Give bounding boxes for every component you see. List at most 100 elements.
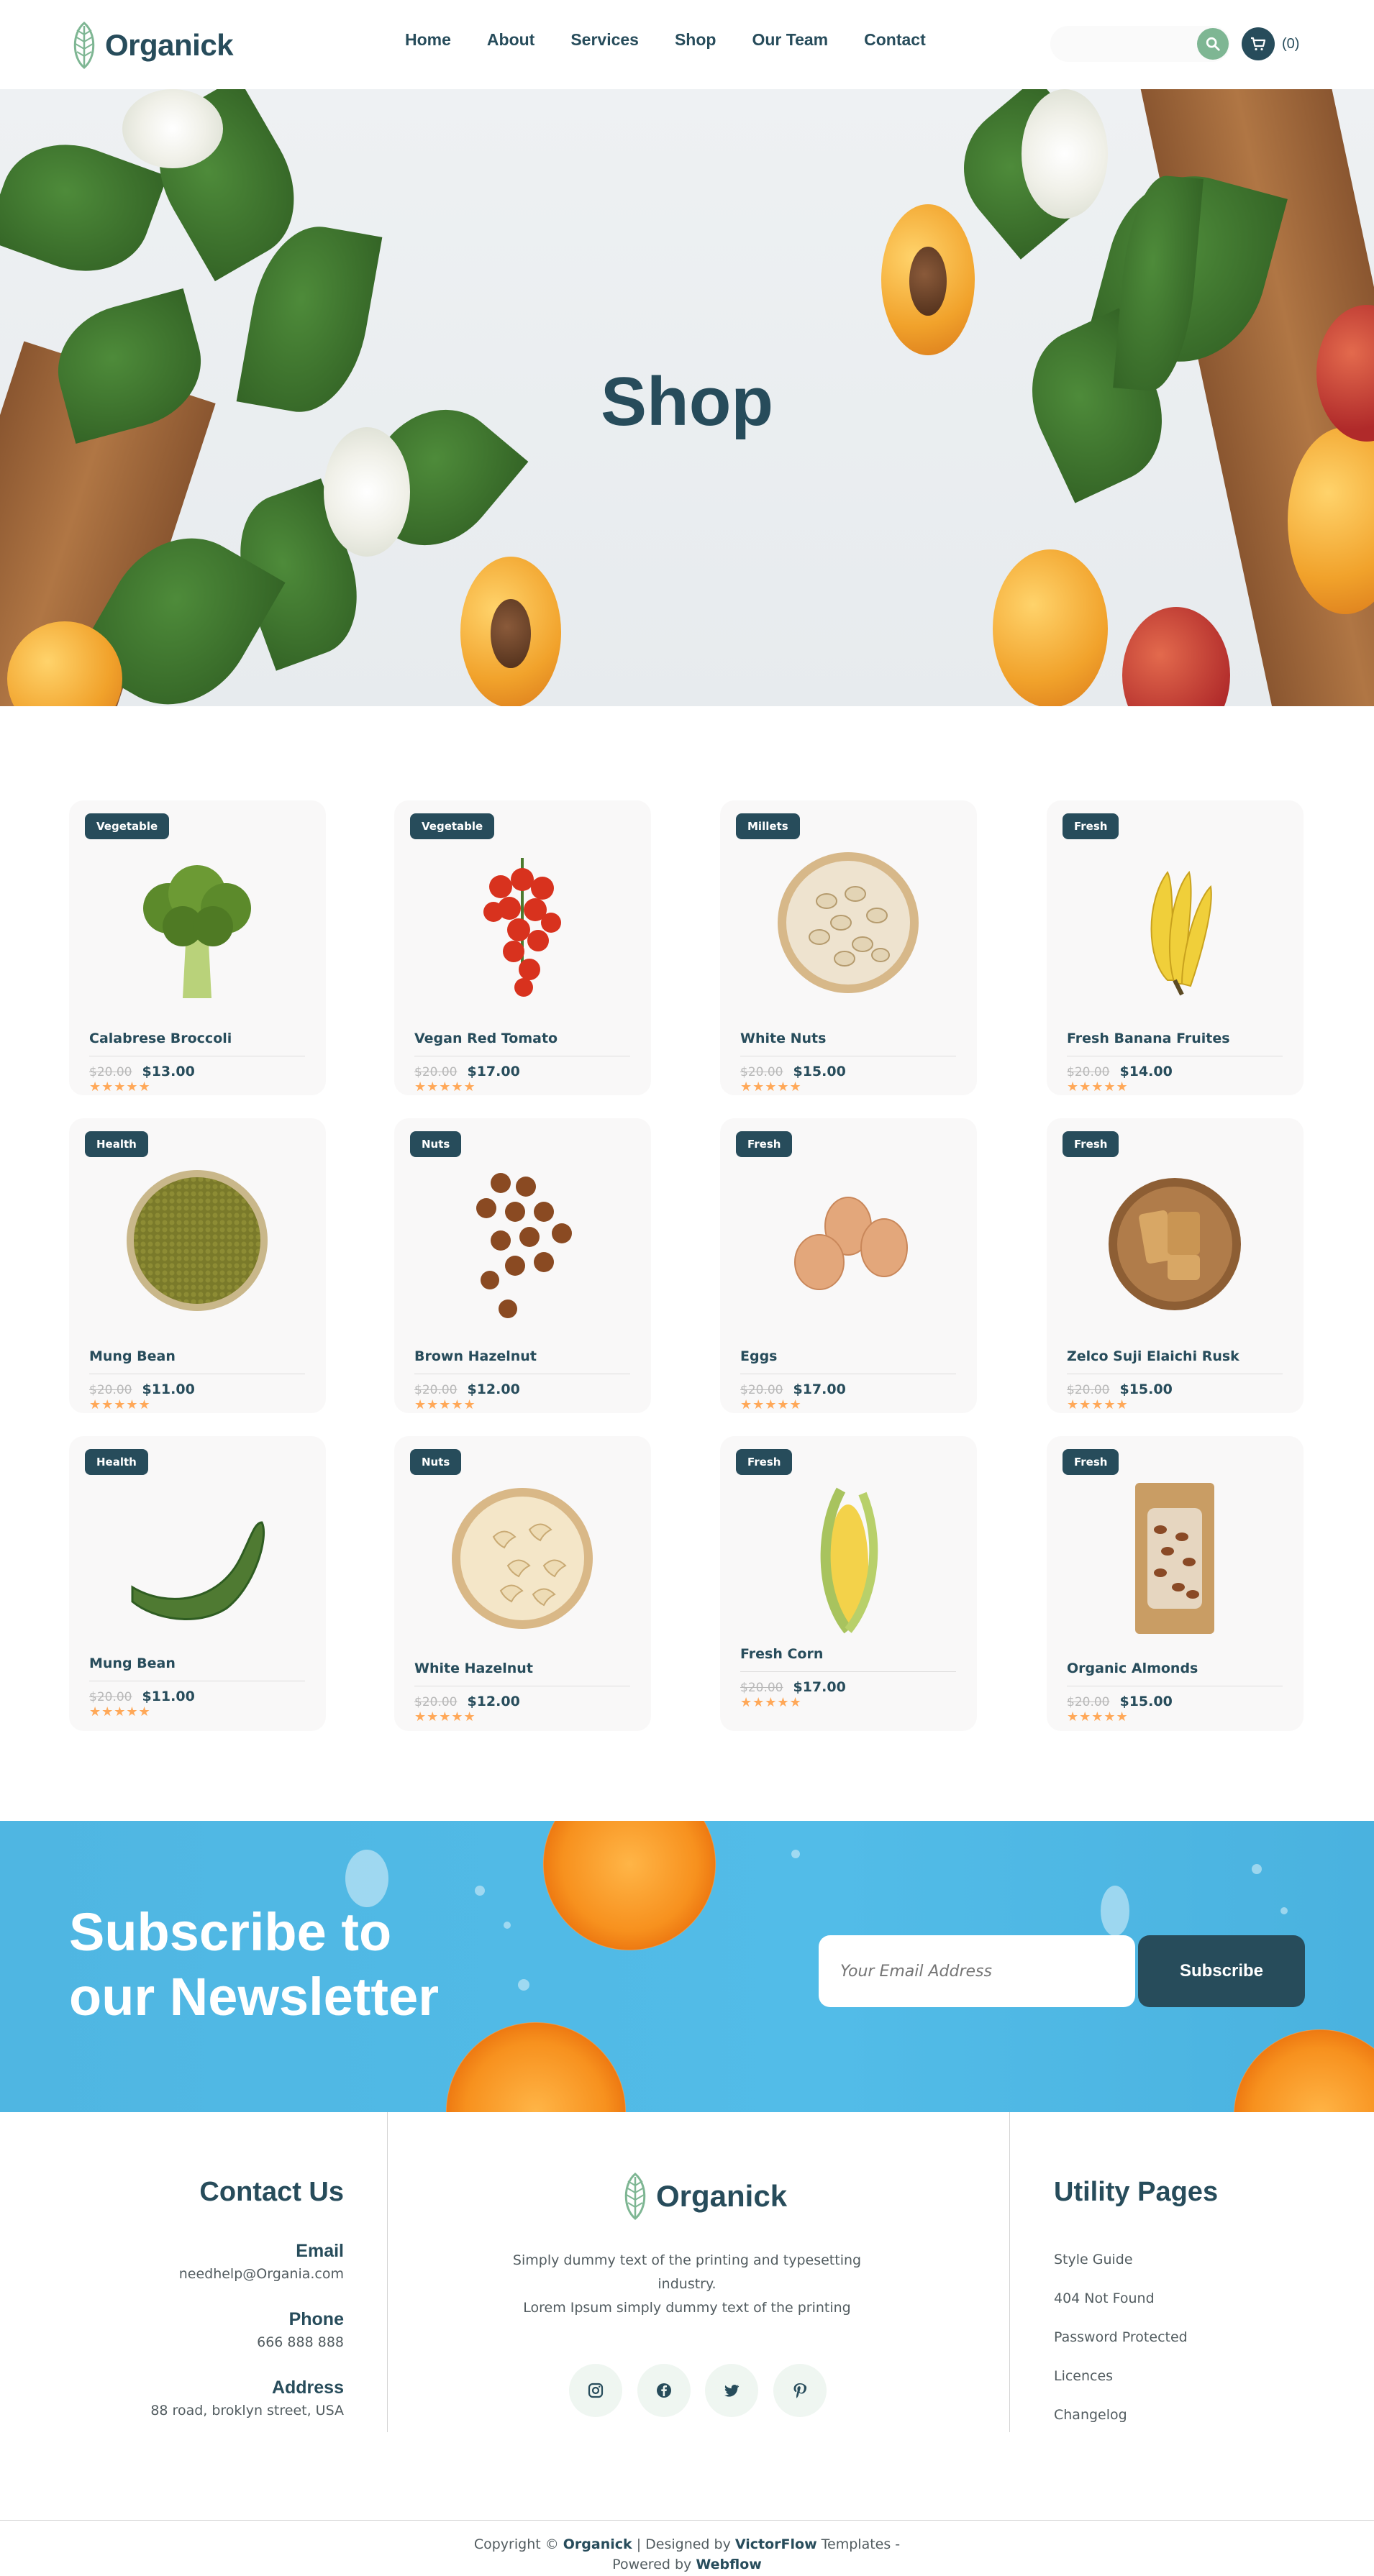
- product-name[interactable]: Eggs: [740, 1348, 778, 1364]
- gourd-icon[interactable]: [125, 1479, 269, 1638]
- hazelnut-icon[interactable]: [450, 1161, 594, 1320]
- broccoli-icon[interactable]: [125, 844, 269, 1002]
- contact-title: Contact Us: [199, 2177, 344, 2207]
- email-value[interactable]: needhelp@Organia.com: [69, 2266, 344, 2282]
- product-name[interactable]: White Hazelnut: [414, 1661, 533, 1676]
- rusk-icon[interactable]: [1103, 1161, 1247, 1320]
- leaf-logo-icon: [73, 22, 95, 69]
- product-old-price: $20.00: [89, 1383, 132, 1397]
- product-name[interactable]: Brown Hazelnut: [414, 1348, 537, 1364]
- product-card[interactable]: Millets White Nuts $20.00 $15.00 ★★★★★: [720, 800, 977, 1095]
- product-price: $20.00 $14.00: [1067, 1064, 1173, 1079]
- footer-description-line: Lorem Ipsum simply dummy text of the pri…: [523, 2300, 851, 2316]
- product-name[interactable]: Mung Bean: [89, 1348, 176, 1364]
- copyright-designed: | Designed by: [632, 2536, 735, 2552]
- utility-link-404[interactable]: 404 Not Found: [1054, 2290, 1155, 2306]
- corn-icon[interactable]: [776, 1479, 920, 1638]
- product-tag: Fresh: [1063, 1131, 1119, 1157]
- utility-title: Utility Pages: [1054, 2177, 1219, 2207]
- water-drop: [504, 1922, 511, 1929]
- copyright-templates: Templates -: [816, 2536, 901, 2552]
- copyright-text: Copyright © Organick | Designed by Victo…: [471, 2534, 903, 2575]
- product-current-price: $11.00: [142, 1689, 195, 1704]
- product-old-price: $20.00: [414, 1065, 458, 1079]
- water-drop: [791, 1850, 800, 1858]
- product-rating: ★★★★★: [1067, 1079, 1129, 1094]
- product-rating: ★★★★★: [1067, 1709, 1129, 1724]
- product-card[interactable]: Vegetable Calabrese Broccoli $20.00 $13.00 ★…: [69, 800, 326, 1095]
- phone-value[interactable]: 666 888 888: [69, 2334, 344, 2350]
- utility-link-changelog[interactable]: Changelog: [1054, 2407, 1127, 2423]
- subscribe-button[interactable]: Subscribe: [1138, 1935, 1305, 2007]
- product-card[interactable]: Fresh Fresh Banana Fruites $20.00 $14.00 ★★★…: [1047, 800, 1304, 1095]
- product-card[interactable]: Nuts White Hazelnut $20.00 $12.00 ★★★★★: [394, 1436, 651, 1731]
- product-card[interactable]: Vegetable Vegan Red Tomato $20.00 $17.00 ★★★…: [394, 800, 651, 1095]
- product-name[interactable]: White Nuts: [740, 1031, 826, 1046]
- product-card[interactable]: Fresh Eggs $20.00 $17.00 ★★★★★: [720, 1118, 977, 1413]
- utility-link-password-protected[interactable]: Password Protected: [1054, 2329, 1188, 2345]
- email-input[interactable]: [819, 1935, 1135, 2007]
- product-card[interactable]: Fresh Zelco Suji Elaichi Rusk $20.00 $15.00…: [1047, 1118, 1304, 1413]
- product-price: $20.00 $15.00: [1067, 1381, 1173, 1397]
- twitter-button[interactable]: [705, 2364, 758, 2417]
- utility-link-style-guide[interactable]: Style Guide: [1054, 2252, 1133, 2267]
- cart-button[interactable]: [1242, 27, 1275, 60]
- nuts-bowl-icon[interactable]: [776, 844, 920, 1002]
- product-tag: Health: [85, 1131, 148, 1157]
- nav-contact[interactable]: Contact: [864, 30, 926, 50]
- product-tag: Health: [85, 1449, 148, 1475]
- product-old-price: $20.00: [1067, 1695, 1110, 1709]
- tomato-icon[interactable]: [450, 844, 594, 1002]
- product-card[interactable]: Health Mung Bean $20.00 $11.00 ★★★★★: [69, 1436, 326, 1731]
- water-drop: [345, 1850, 388, 1907]
- cart[interactable]: (0): [1242, 27, 1299, 60]
- orange-slice: [446, 2022, 626, 2112]
- facebook-button[interactable]: [637, 2364, 691, 2417]
- product-name[interactable]: Vegan Red Tomato: [414, 1031, 558, 1046]
- search-button[interactable]: [1197, 28, 1229, 60]
- mung-bean-bowl-icon[interactable]: [125, 1161, 269, 1320]
- water-drop: [518, 1979, 529, 1991]
- product-name[interactable]: Fresh Banana Fruites: [1067, 1031, 1230, 1046]
- product-name[interactable]: Calabrese Broccoli: [89, 1031, 232, 1046]
- search-input[interactable]: [1050, 26, 1230, 62]
- product-name[interactable]: Zelco Suji Elaichi Rusk: [1067, 1348, 1239, 1364]
- banana-icon[interactable]: [1103, 844, 1247, 1002]
- apricot-half: [881, 204, 975, 355]
- orange-slice: [1234, 2029, 1374, 2112]
- brand-logo[interactable]: Organick: [69, 20, 234, 70]
- footer-divider: [1009, 2112, 1010, 2432]
- almond-bag-icon[interactable]: [1103, 1479, 1247, 1638]
- footer-logo[interactable]: Organick: [620, 2171, 787, 2221]
- cashew-bowl-icon[interactable]: [450, 1479, 594, 1638]
- product-name[interactable]: Fresh Corn: [740, 1646, 823, 1662]
- product-card[interactable]: Fresh Fresh Corn $20.00 $17.00 ★★★★★: [720, 1436, 977, 1731]
- nav-home[interactable]: Home: [405, 30, 451, 50]
- nav-our-team[interactable]: Our Team: [752, 30, 828, 50]
- product-card[interactable]: Nuts Brown Hazelnut $20.00 $12.00 ★★★★★: [394, 1118, 651, 1413]
- newsletter-section: Subscribe to our Newsletter Subscribe: [0, 1821, 1374, 2112]
- product-name[interactable]: Organic Almonds: [1067, 1661, 1198, 1676]
- eggs-icon[interactable]: [776, 1161, 920, 1320]
- copyright-brand[interactable]: Organick: [563, 2536, 632, 2552]
- product-name[interactable]: Mung Bean: [89, 1655, 176, 1671]
- product-current-price: $12.00: [467, 1381, 520, 1397]
- copyright-platform[interactable]: Webflow: [696, 2557, 761, 2572]
- product-rating: ★★★★★: [414, 1079, 476, 1094]
- water-drop: [475, 1886, 485, 1896]
- peach: [1122, 607, 1230, 706]
- instagram-button[interactable]: [569, 2364, 622, 2417]
- product-current-price: $17.00: [793, 1679, 846, 1695]
- nav-shop[interactable]: Shop: [675, 30, 716, 50]
- site-header: Organick Home About Services Shop Our Te…: [0, 0, 1374, 89]
- product-card[interactable]: Fresh Organic Almonds $20.00 $15.00 ★★★★★: [1047, 1436, 1304, 1731]
- product-old-price: $20.00: [740, 1383, 783, 1397]
- product-tag: Millets: [736, 813, 800, 839]
- product-rating: ★★★★★: [89, 1397, 151, 1412]
- nav-about[interactable]: About: [487, 30, 534, 50]
- pinterest-button[interactable]: [773, 2364, 827, 2417]
- utility-link-licences[interactable]: Licences: [1054, 2368, 1113, 2384]
- product-card[interactable]: Health Mung Bean $20.00 $11.00 ★★★★★: [69, 1118, 326, 1413]
- nav-services[interactable]: Services: [570, 30, 639, 50]
- copyright-designer[interactable]: VictorFlow: [735, 2536, 817, 2552]
